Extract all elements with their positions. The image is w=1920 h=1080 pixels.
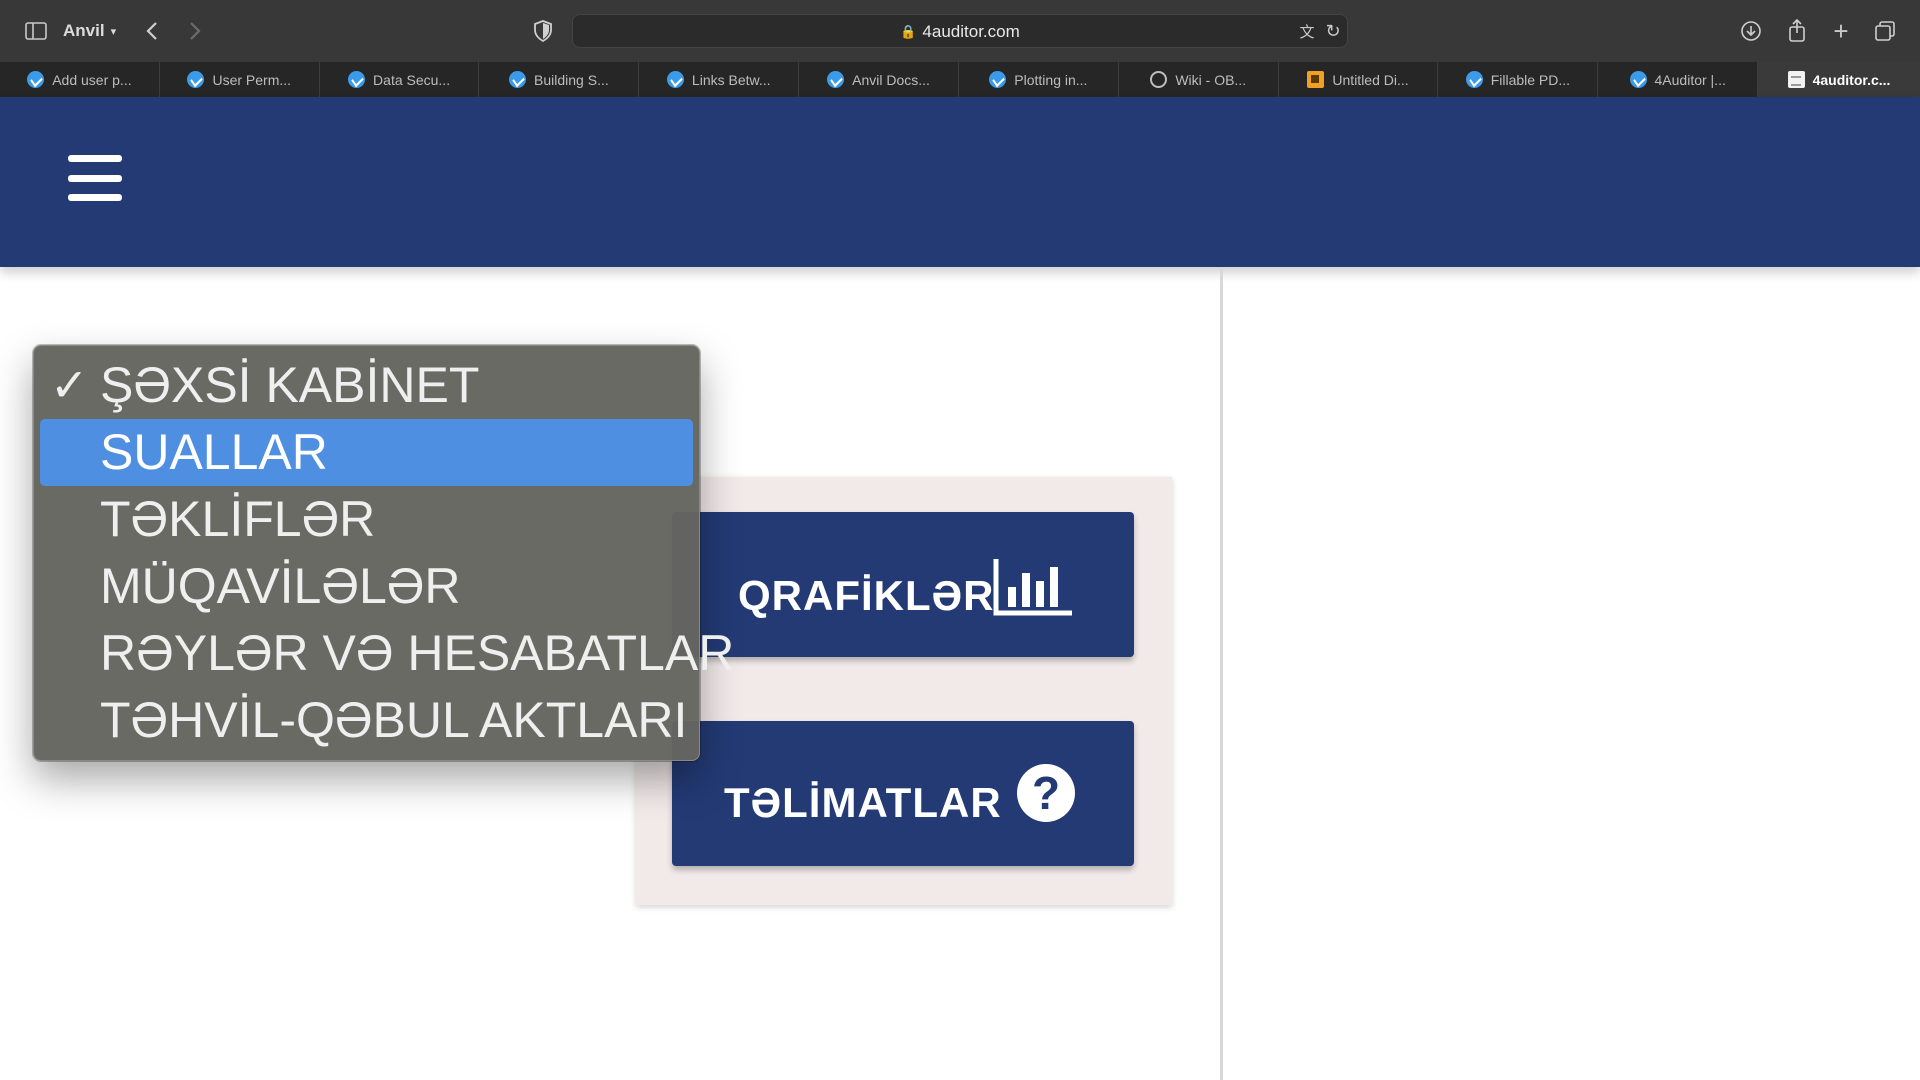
app-header bbox=[0, 97, 1920, 267]
dropdown-option-personal-cabinet[interactable]: ✓ ŞƏXSİ KABİNET bbox=[40, 352, 693, 419]
anvil-icon bbox=[187, 71, 205, 88]
privacy-shield-icon[interactable] bbox=[530, 18, 556, 44]
anvil-icon bbox=[827, 71, 845, 88]
browser-toolbar: Anvil ▾ 🔒 4auditor.com 文 ↻ + bbox=[0, 0, 1920, 62]
browser-tab[interactable]: Links Betw... bbox=[639, 62, 800, 97]
navigation-select-dropdown[interactable]: ✓ ŞƏXSİ KABİNET SUALLAR TƏKLİFLƏR MÜQAVİ… bbox=[33, 345, 734, 761]
browser-tab[interactable]: Building S... bbox=[479, 62, 640, 97]
dropdown-option-questions[interactable]: SUALLAR bbox=[40, 419, 693, 486]
tab-bar: Add user p... User Perm... Data Secu... … bbox=[0, 62, 1920, 97]
action-card: QRAFİKLƏR TƏLİMATLAR ? bbox=[636, 477, 1172, 905]
profile-name: Anvil bbox=[63, 21, 105, 40]
url-text: 4auditor.com bbox=[922, 22, 1020, 41]
checkmark-icon: ✓ bbox=[50, 359, 89, 411]
translate-icon[interactable]: 文 bbox=[1295, 19, 1319, 43]
dropdown-option-proposals[interactable]: TƏKLİFLƏR bbox=[40, 486, 693, 553]
anvil-icon bbox=[509, 71, 527, 88]
forward-icon[interactable] bbox=[183, 17, 207, 45]
instructions-button-label: TƏLİMATLAR bbox=[724, 779, 1002, 826]
diagram-icon bbox=[1307, 71, 1325, 88]
anvil-icon bbox=[666, 71, 684, 88]
share-icon[interactable] bbox=[1784, 16, 1810, 44]
anvil-icon bbox=[27, 71, 45, 88]
anvil-icon bbox=[989, 71, 1007, 88]
browser-tab-active[interactable]: 4auditor.c... bbox=[1758, 62, 1920, 97]
lock-icon: 🔒 bbox=[900, 24, 917, 39]
wiki-icon bbox=[1150, 71, 1168, 88]
profile-switcher[interactable]: Anvil ▾ bbox=[63, 19, 116, 43]
question-circle-icon: ? bbox=[1017, 764, 1075, 822]
page-icon bbox=[1787, 71, 1805, 88]
anvil-icon bbox=[348, 71, 366, 88]
column-divider bbox=[1220, 267, 1223, 1080]
graphs-button[interactable]: QRAFİKLƏR bbox=[672, 512, 1134, 657]
dropdown-option-contracts[interactable]: MÜQAVİLƏLƏR bbox=[40, 553, 693, 620]
browser-tab[interactable]: 4Auditor |... bbox=[1598, 62, 1759, 97]
browser-tab[interactable]: Data Secu... bbox=[320, 62, 480, 97]
downloads-icon[interactable] bbox=[1738, 18, 1764, 44]
chevron-down-icon: ▾ bbox=[110, 25, 117, 38]
browser-tab[interactable]: User Perm... bbox=[160, 62, 320, 97]
browser-tab[interactable]: Plotting in... bbox=[959, 62, 1119, 97]
instructions-button[interactable]: TƏLİMATLAR ? bbox=[672, 721, 1134, 866]
sidebar-toggle-icon[interactable] bbox=[24, 19, 48, 43]
browser-tab[interactable]: Fillable PD... bbox=[1438, 62, 1599, 97]
reload-icon[interactable]: ↻ bbox=[1321, 19, 1345, 43]
new-tab-icon[interactable]: + bbox=[1828, 16, 1854, 46]
tab-overview-icon[interactable] bbox=[1872, 18, 1898, 44]
back-icon[interactable] bbox=[140, 17, 164, 45]
anvil-icon bbox=[1629, 71, 1647, 88]
browser-tab[interactable]: Anvil Docs... bbox=[799, 62, 959, 97]
browser-tab[interactable]: Untitled Di... bbox=[1279, 62, 1439, 97]
address-bar[interactable]: 🔒 4auditor.com 文 ↻ bbox=[572, 14, 1348, 48]
bar-chart-icon bbox=[992, 557, 1074, 627]
dropdown-option-acceptance-acts[interactable]: TƏHVİL-QƏBUL AKTLARI bbox=[40, 687, 693, 754]
browser-tab[interactable]: Add user p... bbox=[0, 62, 160, 97]
anvil-icon bbox=[1465, 71, 1483, 88]
graphs-button-label: QRAFİKLƏR bbox=[738, 572, 995, 619]
dropdown-option-opinions-reports[interactable]: RƏYLƏR VƏ HESABATLAR bbox=[40, 620, 734, 687]
browser-tab[interactable]: Wiki - OB... bbox=[1119, 62, 1279, 97]
hamburger-menu-icon[interactable] bbox=[68, 155, 122, 201]
